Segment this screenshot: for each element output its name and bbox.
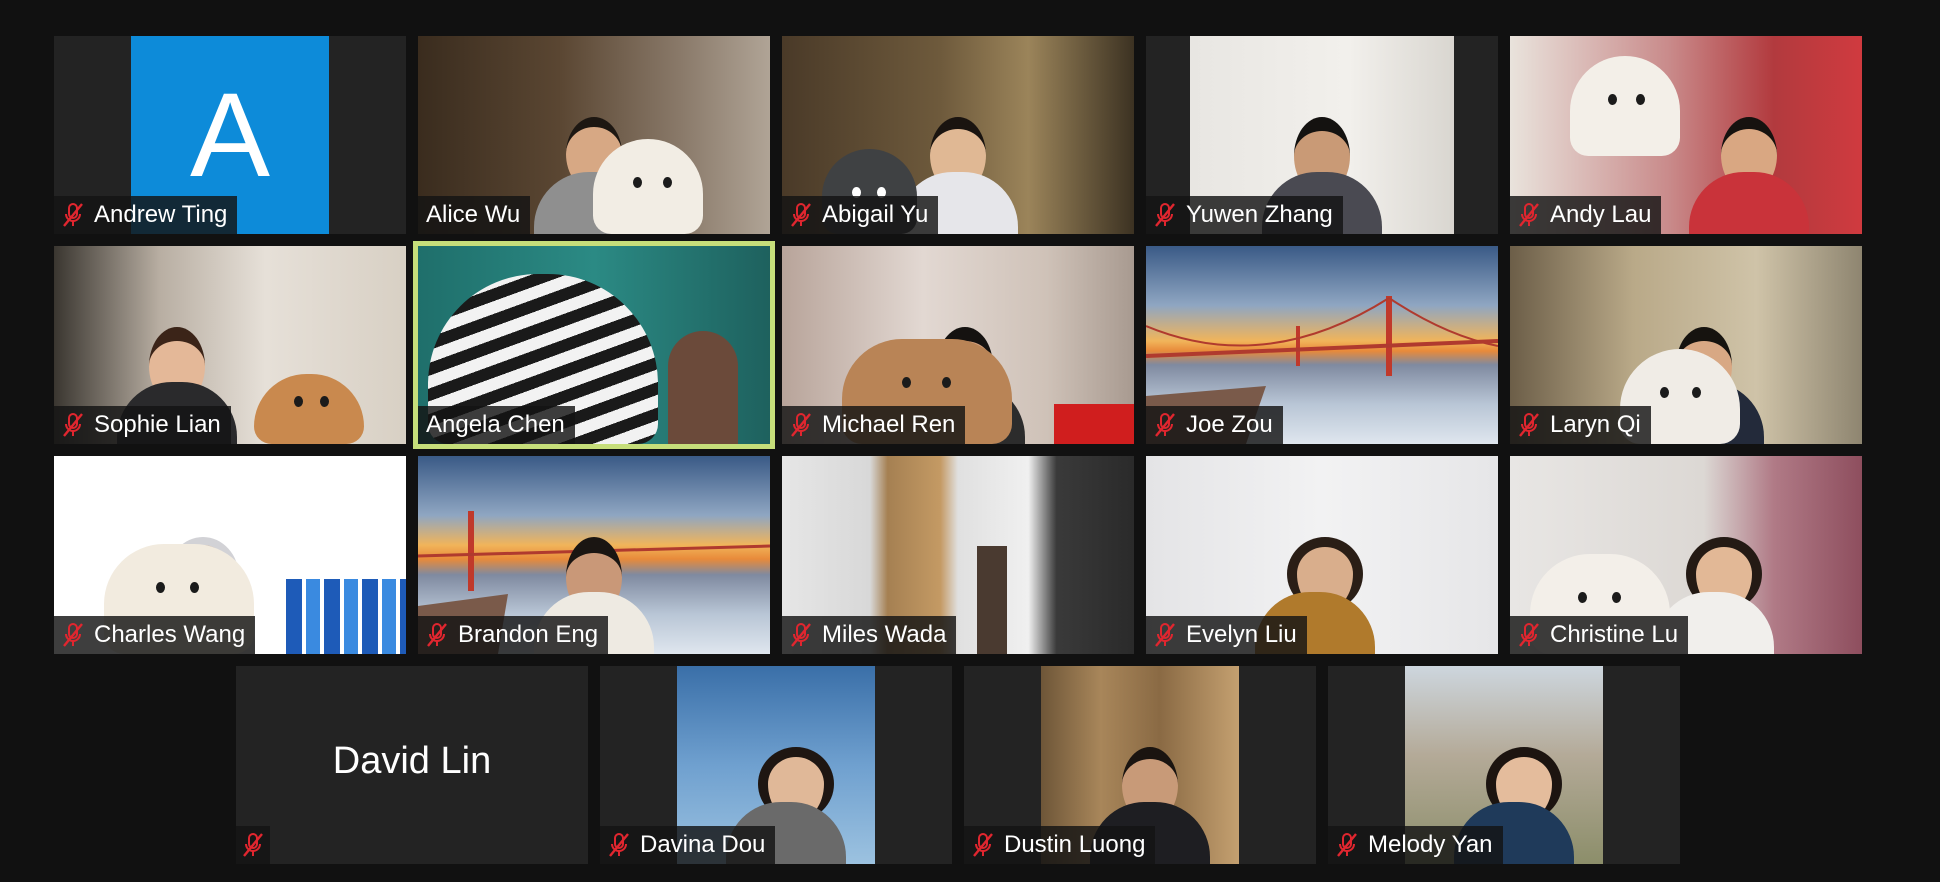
- video-tile-yuwen-zhang[interactable]: Yuwen Zhang: [1146, 36, 1498, 234]
- plush-toy: [593, 139, 703, 234]
- microphone-muted-icon: [1155, 203, 1175, 227]
- hallway-door: [977, 546, 1007, 654]
- participant-name: Andrew Ting: [94, 201, 228, 228]
- microphone-muted-icon: [63, 413, 83, 437]
- participant-name-tag: Joe Zou: [1146, 406, 1283, 444]
- microphone-muted-icon: [63, 623, 83, 647]
- microphone-muted-icon: [973, 833, 993, 857]
- plush-toy: [254, 374, 364, 444]
- participant-figure: [1689, 99, 1810, 234]
- microphone-muted-icon: [791, 203, 811, 227]
- participant-name: Dustin Luong: [1004, 831, 1146, 858]
- participant-figure: [668, 331, 738, 444]
- participant-name-tag: Miles Wada: [782, 616, 957, 654]
- video-tile-laryn-qi[interactable]: Laryn Qi: [1510, 246, 1862, 444]
- participant-name: Joe Zou: [1186, 411, 1273, 438]
- microphone-muted-icon: [1155, 623, 1175, 647]
- video-tile-david-lin[interactable]: David Lin: [236, 666, 588, 864]
- participant-name: Christine Lu: [1550, 621, 1679, 648]
- participant-name: Melody Yan: [1368, 831, 1493, 858]
- video-tile-angela-chen[interactable]: Angela Chen: [418, 246, 770, 444]
- participant-name-tag: Yuwen Zhang: [1146, 196, 1343, 234]
- video-tile-joe-zou[interactable]: Joe Zou: [1146, 246, 1498, 444]
- participant-name: Davina Dou: [640, 831, 766, 858]
- video-tile-michael-ren[interactable]: Michael Ren: [782, 246, 1134, 444]
- participant-name: Michael Ren: [822, 411, 956, 438]
- participant-name-tag: Dustin Luong: [964, 826, 1156, 864]
- video-tile-andrew-ting[interactable]: A Andrew Ting: [54, 36, 406, 234]
- video-tile-alice-wu[interactable]: Alice Wu: [418, 36, 770, 234]
- participant-name: Sophie Lian: [94, 411, 221, 438]
- microphone-muted-icon: [427, 623, 447, 647]
- red-blanket: [1054, 404, 1134, 444]
- participant-name-tag: Davina Dou: [600, 826, 776, 864]
- participant-name-tag: Christine Lu: [1510, 616, 1689, 654]
- video-tile-evelyn-liu[interactable]: Evelyn Liu: [1146, 456, 1498, 654]
- microphone-muted-icon: [1155, 413, 1175, 437]
- video-tile-brandon-eng[interactable]: Brandon Eng: [418, 456, 770, 654]
- video-tile-sophie-lian[interactable]: Sophie Lian: [54, 246, 406, 444]
- participant-name: Miles Wada: [822, 621, 947, 648]
- video-tile-davina-dou[interactable]: Davina Dou: [600, 666, 952, 864]
- participant-name-tag: Andy Lau: [1510, 196, 1662, 234]
- participant-name-tag: Angela Chen: [418, 406, 575, 444]
- microphone-muted-icon: [609, 833, 629, 857]
- video-tile-christine-lu[interactable]: Christine Lu: [1510, 456, 1862, 654]
- microphone-muted-icon: [791, 623, 811, 647]
- participant-name: Angela Chen: [426, 411, 565, 438]
- microphone-muted-icon: [1519, 623, 1539, 647]
- video-tile-abigail-yu[interactable]: Abigail Yu: [782, 36, 1134, 234]
- participant-name-tag: Michael Ren: [782, 406, 966, 444]
- microphone-muted-icon: [791, 413, 811, 437]
- participant-name-large: David Lin: [332, 739, 492, 782]
- participant-name-tag: Melody Yan: [1328, 826, 1503, 864]
- participant-name-tag: Sophie Lian: [54, 406, 231, 444]
- video-tile-miles-wada[interactable]: Miles Wada: [782, 456, 1134, 654]
- microphone-muted-icon: [1519, 413, 1539, 437]
- participant-name: Alice Wu: [426, 201, 521, 228]
- participant-name: Yuwen Zhang: [1186, 201, 1333, 228]
- microphone-muted-icon: [63, 203, 83, 227]
- video-tile-charles-wang[interactable]: Charles Wang: [54, 456, 406, 654]
- video-tile-melody-yan[interactable]: Melody Yan: [1328, 666, 1680, 864]
- participant-name-tag: [236, 826, 270, 864]
- participant-name-tag: Abigail Yu: [782, 196, 939, 234]
- participant-name: Brandon Eng: [458, 621, 599, 648]
- participant-name: Andy Lau: [1550, 201, 1652, 228]
- video-tile-andy-lau[interactable]: Andy Lau: [1510, 36, 1862, 234]
- participant-name-tag: Charles Wang: [54, 616, 256, 654]
- participant-name-tag: Andrew Ting: [54, 196, 238, 234]
- city-skyline: [286, 579, 406, 654]
- participant-name: Charles Wang: [94, 621, 246, 648]
- participant-name-tag: Laryn Qi: [1510, 406, 1651, 444]
- microphone-muted-icon: [1519, 203, 1539, 227]
- participant-name-tag: Evelyn Liu: [1146, 616, 1307, 654]
- participant-name: Abigail Yu: [822, 201, 929, 228]
- participant-name-tag: Brandon Eng: [418, 616, 609, 654]
- participant-name: Laryn Qi: [1550, 411, 1641, 438]
- microphone-muted-icon: [243, 833, 263, 857]
- video-tile-dustin-luong[interactable]: Dustin Luong: [964, 666, 1316, 864]
- microphone-muted-icon: [1337, 833, 1357, 857]
- participant-name: Evelyn Liu: [1186, 621, 1297, 648]
- plush-toy: [1570, 56, 1680, 156]
- participant-name-tag: Alice Wu: [418, 196, 531, 234]
